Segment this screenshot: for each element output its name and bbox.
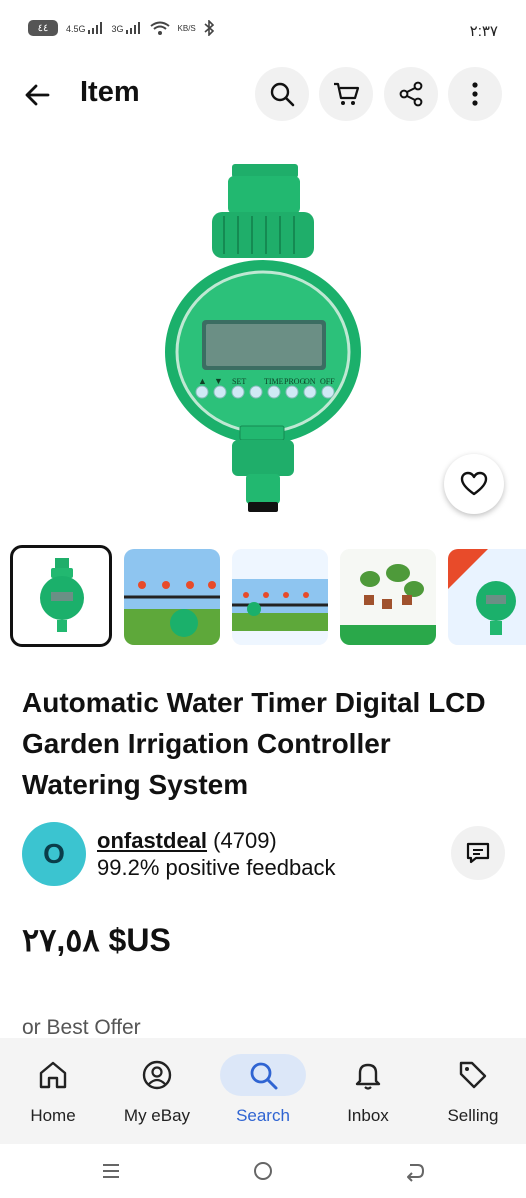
app-header: Item [0, 64, 526, 124]
seller-feedback-count: (4709) [213, 828, 277, 853]
product-title: Automatic Water Timer Digital LCD Garden… [22, 687, 486, 800]
profile-icon [142, 1060, 172, 1090]
seller-avatar[interactable]: O [22, 822, 86, 886]
home-icon [39, 1061, 67, 1089]
recents-icon[interactable] [98, 1158, 124, 1184]
signal-4g: 4.5G [66, 22, 104, 34]
thumbnail-5[interactable] [448, 549, 526, 645]
search-icon [270, 82, 295, 107]
share-icon [399, 81, 423, 107]
nav-search[interactable]: Search [220, 1038, 306, 1144]
nav-selling-label: Selling [447, 1106, 499, 1125]
search-icon [250, 1062, 278, 1090]
chat-icon [466, 842, 490, 864]
bluetooth-icon [204, 20, 214, 36]
thumbnail-3[interactable] [232, 549, 328, 645]
hero-label-down: ▼ [214, 376, 223, 386]
nav-search-label: Search [236, 1106, 290, 1125]
status-time: ٢:٣٧ [469, 23, 498, 40]
hero-label-prog: PROG [284, 377, 306, 386]
bottom-nav: Home My eBay Search Inbox Selling [0, 1038, 526, 1144]
cart-icon [334, 82, 360, 105]
nav-home-label: Home [30, 1106, 76, 1125]
more-vertical-icon [472, 82, 478, 106]
signal-bars-icon [125, 22, 140, 34]
cart-button[interactable] [319, 67, 373, 121]
search-button[interactable] [255, 67, 309, 121]
hero-label-up: ▲ [198, 376, 207, 386]
nav-my-ebay[interactable]: My eBay [114, 1038, 200, 1144]
price: ٢٧,٥٨ $US [22, 922, 171, 958]
signal-bars-icon [87, 22, 102, 34]
speed-label: KB/S [177, 23, 196, 33]
hero-label-off: OFF [320, 377, 335, 386]
bell-icon [355, 1063, 381, 1090]
more-options-button[interactable] [448, 67, 502, 121]
battery-indicator: ٤٤ [28, 20, 58, 36]
watch-button[interactable] [444, 454, 504, 514]
nav-selling[interactable]: Selling [430, 1038, 516, 1144]
nav-inbox-label: Inbox [347, 1106, 389, 1125]
back-arrow-icon[interactable] [22, 80, 52, 110]
signal-3g: 3G [112, 22, 142, 34]
hero-label-on: ON [304, 377, 316, 386]
share-button[interactable] [384, 67, 438, 121]
seller-name-line[interactable]: onfastdeal (4709) [97, 828, 277, 854]
seller-name[interactable]: onfastdeal [97, 828, 207, 853]
thumbnail-4[interactable] [340, 549, 436, 645]
seller-feedback: 99.2% positive feedback [97, 855, 336, 880]
home-circle-icon[interactable] [250, 1158, 276, 1184]
message-seller-button[interactable] [451, 826, 505, 880]
tag-icon [459, 1061, 487, 1089]
status-bar: ٤٤ 4.5G 3G KB/S ٢:٣٧ [0, 0, 526, 60]
best-offer-text: or Best Offer [22, 1016, 141, 1039]
nav-my-ebay-label: My eBay [123, 1106, 191, 1125]
wifi-icon [149, 21, 170, 35]
thumbnail-2[interactable] [124, 549, 220, 645]
hero-label-time: TIME [264, 377, 284, 386]
heart-icon [460, 471, 488, 496]
page-title: Item [80, 76, 140, 108]
nav-inbox[interactable]: Inbox [325, 1038, 411, 1144]
hero-label-set: SET [232, 377, 246, 386]
thumbnail-strip[interactable] [10, 545, 526, 651]
system-navigation-bar [0, 1144, 526, 1198]
back-system-icon[interactable] [402, 1158, 428, 1184]
thumbnail-1[interactable] [10, 545, 112, 647]
nav-home[interactable]: Home [10, 1038, 96, 1144]
